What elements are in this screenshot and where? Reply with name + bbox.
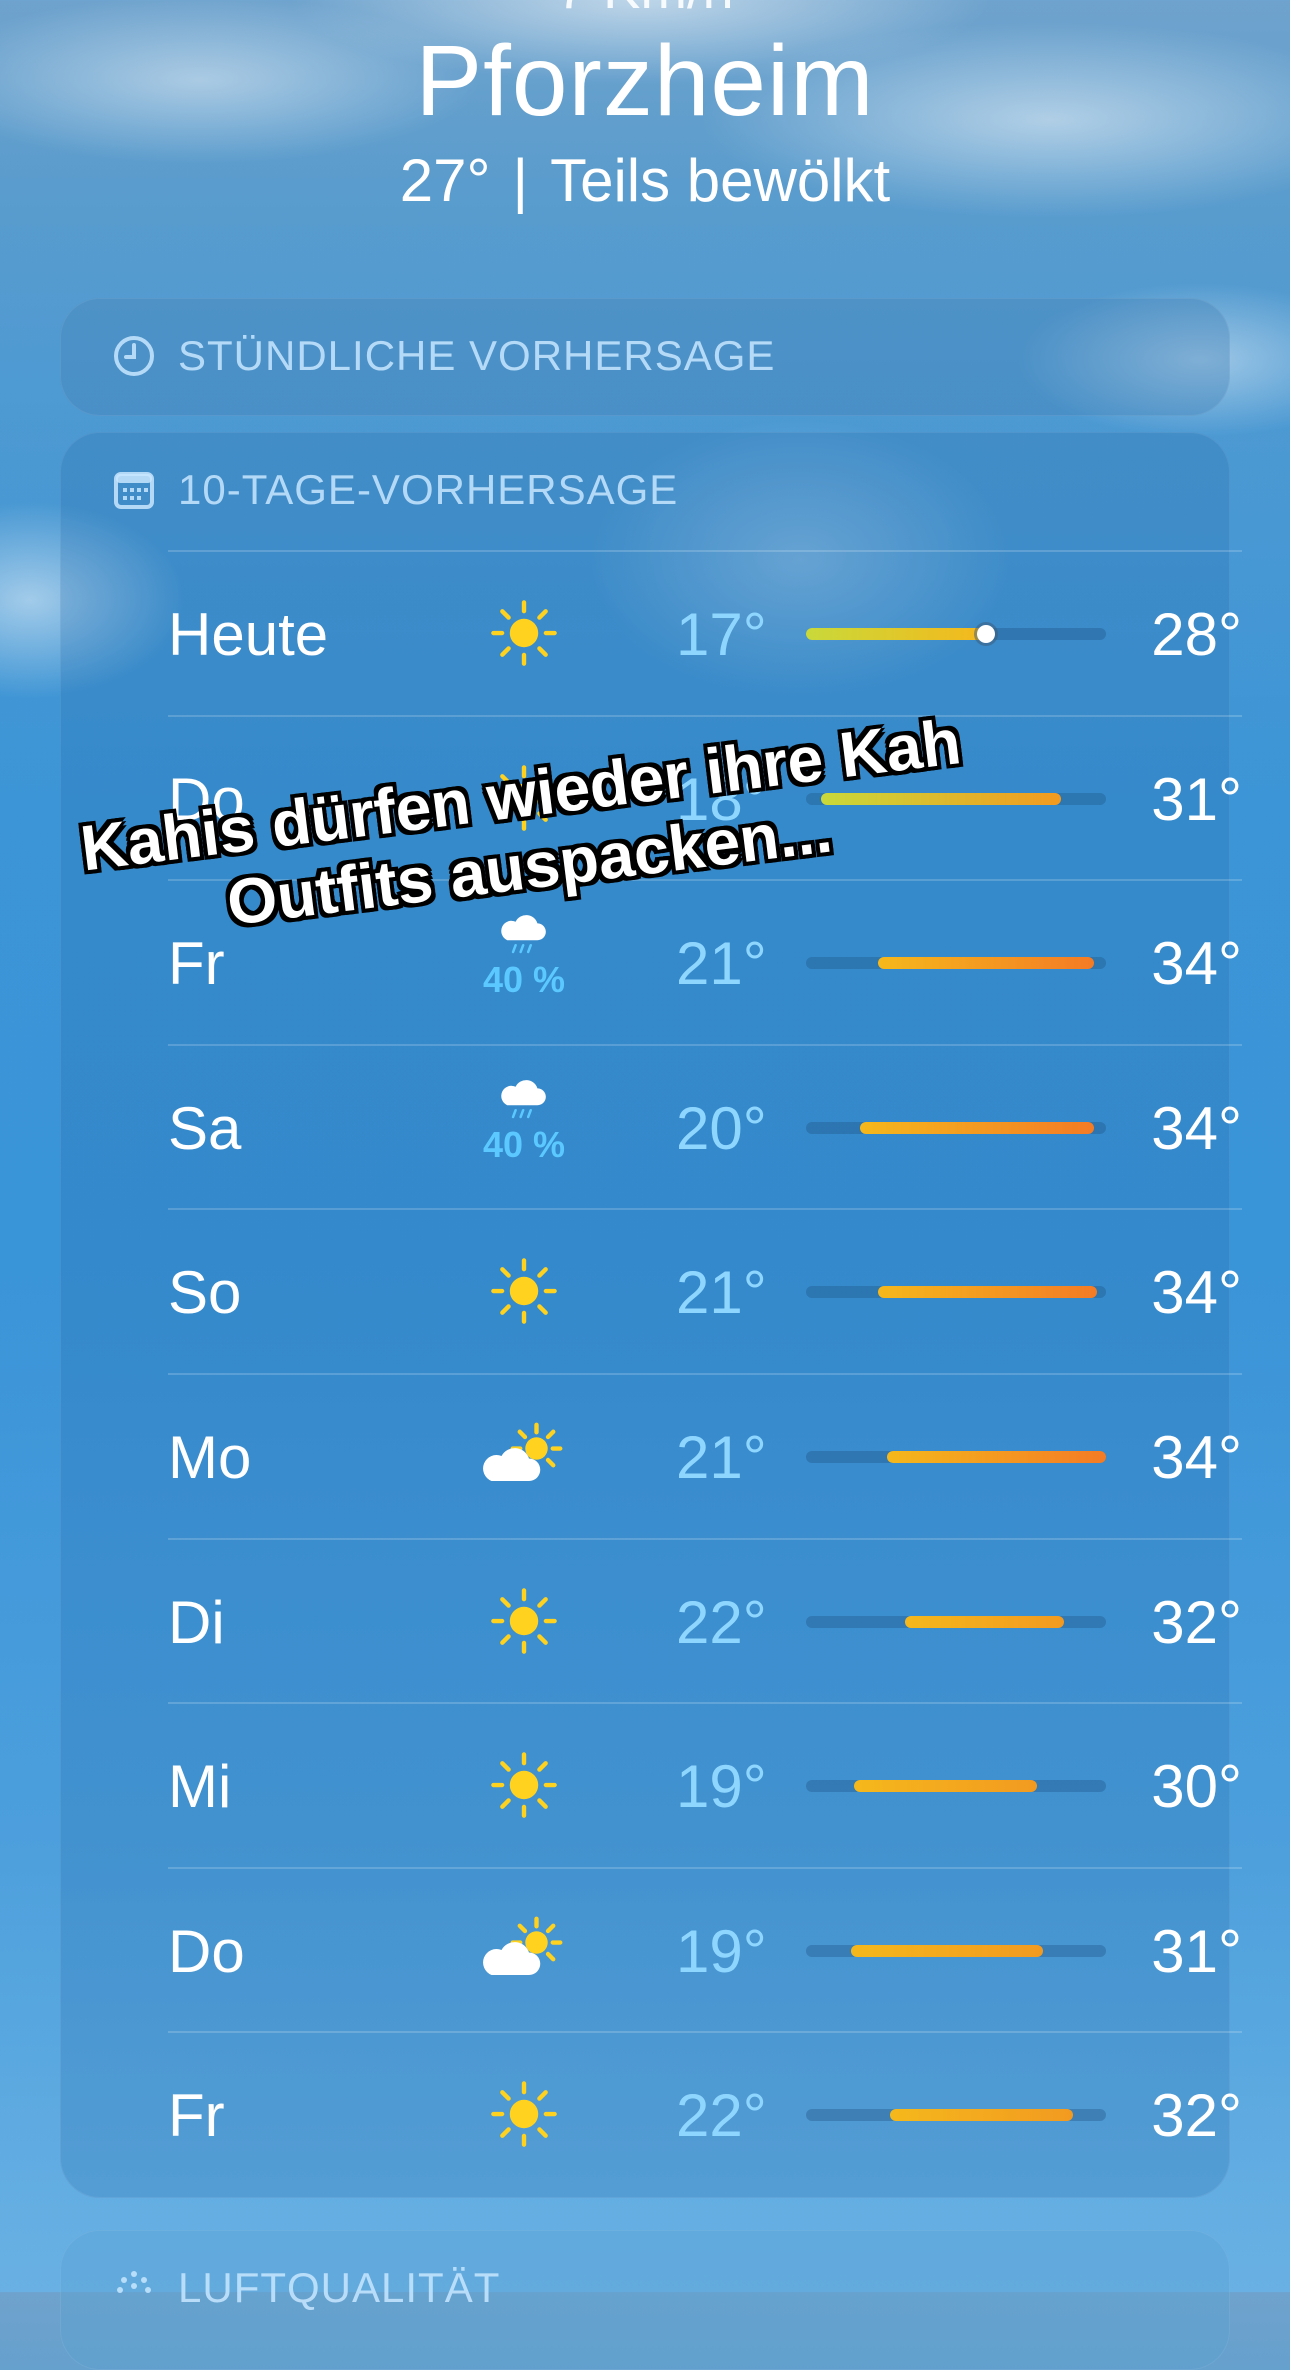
top-cut-text: 7 Km/h bbox=[0, 0, 1290, 21]
low-temp: 20° bbox=[676, 1094, 767, 1162]
current-temp: 27° bbox=[399, 147, 491, 214]
temp-range-fill bbox=[860, 1121, 1094, 1134]
forecast-day: Sa bbox=[168, 1094, 242, 1162]
temp-range-fill bbox=[806, 628, 986, 640]
low-temp: 17° bbox=[676, 601, 767, 668]
sun-icon bbox=[464, 1578, 584, 1664]
temp-range-bar bbox=[806, 1286, 1106, 1299]
row-divider bbox=[168, 714, 1242, 717]
temp-range-fill bbox=[890, 2109, 1073, 2122]
low-temp: 22° bbox=[676, 1588, 767, 1656]
forecast-day: Do bbox=[168, 1917, 245, 1985]
row-divider bbox=[168, 1866, 1242, 1869]
temp-range-fill bbox=[878, 957, 1094, 970]
low-temp: 19° bbox=[676, 1917, 767, 1985]
high-temp: 31° bbox=[1151, 765, 1242, 833]
sun-icon bbox=[464, 2071, 584, 2157]
separator: | bbox=[512, 147, 529, 214]
forecast-row[interactable]: Fr 22° 32° bbox=[168, 2031, 1242, 2195]
precip-chance: 40 % bbox=[482, 959, 566, 1001]
row-divider bbox=[168, 2031, 1242, 2034]
current-temp-marker bbox=[977, 625, 995, 643]
temp-range-fill bbox=[854, 1780, 1037, 1793]
forecast-day: So bbox=[168, 1259, 242, 1327]
forecast-row[interactable]: Sa 40 % 20° 34° bbox=[168, 1043, 1242, 1208]
high-temp: 32° bbox=[1151, 2082, 1242, 2150]
temp-range-fill bbox=[905, 1615, 1064, 1628]
hourly-forecast-header: STÜNDLICHE VORHERSAGE bbox=[112, 328, 775, 384]
air-quality-card[interactable]: LUFTQUALITÄT bbox=[60, 2230, 1230, 2370]
row-divider bbox=[168, 1208, 1242, 1211]
forecast-day: Mo bbox=[168, 1424, 252, 1491]
calendar-icon bbox=[112, 468, 156, 512]
temp-range-bar bbox=[806, 1780, 1106, 1793]
forecast-row[interactable]: Mi 19° 30° bbox=[168, 1702, 1242, 1866]
high-temp: 34° bbox=[1151, 930, 1242, 998]
temp-range-fill bbox=[851, 1944, 1043, 1957]
high-temp: 28° bbox=[1151, 601, 1242, 668]
air-quality-icon bbox=[112, 2266, 156, 2310]
high-temp: 34° bbox=[1151, 1094, 1242, 1162]
clock-icon bbox=[112, 334, 156, 378]
low-temp: 21° bbox=[676, 1259, 767, 1327]
hourly-forecast-card[interactable]: STÜNDLICHE VORHERSAGE bbox=[60, 298, 1230, 416]
partly-cloudy-icon bbox=[464, 1413, 584, 1499]
high-temp: 30° bbox=[1151, 1753, 1242, 1821]
temp-range-fill bbox=[887, 1451, 1106, 1463]
high-temp: 34° bbox=[1151, 1424, 1242, 1491]
low-temp: 21° bbox=[676, 1424, 767, 1491]
row-divider bbox=[168, 1043, 1242, 1046]
temp-range-bar bbox=[806, 625, 1106, 643]
row-divider bbox=[168, 550, 1242, 552]
row-divider bbox=[168, 1537, 1242, 1540]
city-name: Pforzheim bbox=[415, 25, 875, 137]
temp-range-bar bbox=[806, 1615, 1106, 1628]
high-temp: 34° bbox=[1151, 1259, 1242, 1327]
low-temp: 19° bbox=[676, 1753, 767, 1821]
forecast-row[interactable]: Do 19° 31° bbox=[168, 1866, 1242, 2031]
hourly-forecast-title: STÜNDLICHE VORHERSAGE bbox=[178, 332, 776, 379]
high-temp: 31° bbox=[1151, 1917, 1242, 1985]
high-temp: 32° bbox=[1151, 1588, 1242, 1656]
current-conditions: 27° | Teils bewölkt bbox=[0, 146, 1290, 215]
temp-range-fill bbox=[878, 1286, 1097, 1299]
sun-icon bbox=[464, 1742, 584, 1828]
forecast-day: Di bbox=[168, 1588, 225, 1656]
forecast-row[interactable]: Heute 17° 28° bbox=[168, 550, 1242, 714]
row-divider bbox=[168, 1373, 1242, 1375]
forecast-day: Mi bbox=[168, 1753, 232, 1821]
low-temp: 21° bbox=[676, 930, 767, 998]
sun-icon bbox=[464, 590, 584, 676]
air-quality-header: LUFTQUALITÄT bbox=[112, 2260, 500, 2316]
temp-range-bar bbox=[806, 1451, 1106, 1463]
forecast-row[interactable]: So 21° 34° bbox=[168, 1208, 1242, 1372]
cloud-rain-icon: 40 % bbox=[464, 1079, 584, 1166]
forecast-row[interactable]: Di 22° 32° bbox=[168, 1537, 1242, 1702]
cloud-rain-icon: 40 % bbox=[464, 915, 584, 1001]
temp-range-bar bbox=[806, 1944, 1106, 1957]
forecast-day: Heute bbox=[168, 601, 329, 668]
ten-day-forecast-header: 10-TAGE-VORHERSAGE bbox=[112, 462, 678, 518]
partly-cloudy-icon bbox=[464, 1907, 584, 1993]
row-divider bbox=[168, 1702, 1242, 1705]
air-quality-title: LUFTQUALITÄT bbox=[178, 2264, 501, 2311]
temp-range-bar bbox=[806, 2109, 1106, 2122]
sun-icon bbox=[464, 1248, 584, 1334]
forecast-day: Fr bbox=[168, 2082, 225, 2150]
condition-text: Teils bewölkt bbox=[550, 147, 891, 214]
ten-day-forecast-card[interactable]: 10-TAGE-VORHERSAGE Heute 17° 28° Do 18° 31° Fr… bbox=[60, 432, 1242, 2198]
low-temp: 22° bbox=[676, 2082, 767, 2150]
temp-range-bar bbox=[806, 957, 1106, 970]
ten-day-forecast-title: 10-TAGE-VORHERSAGE bbox=[178, 466, 679, 513]
precip-chance: 40 % bbox=[482, 1123, 566, 1165]
temp-range-bar bbox=[806, 1121, 1106, 1134]
forecast-row[interactable]: Mo 21° 34° bbox=[168, 1373, 1242, 1537]
